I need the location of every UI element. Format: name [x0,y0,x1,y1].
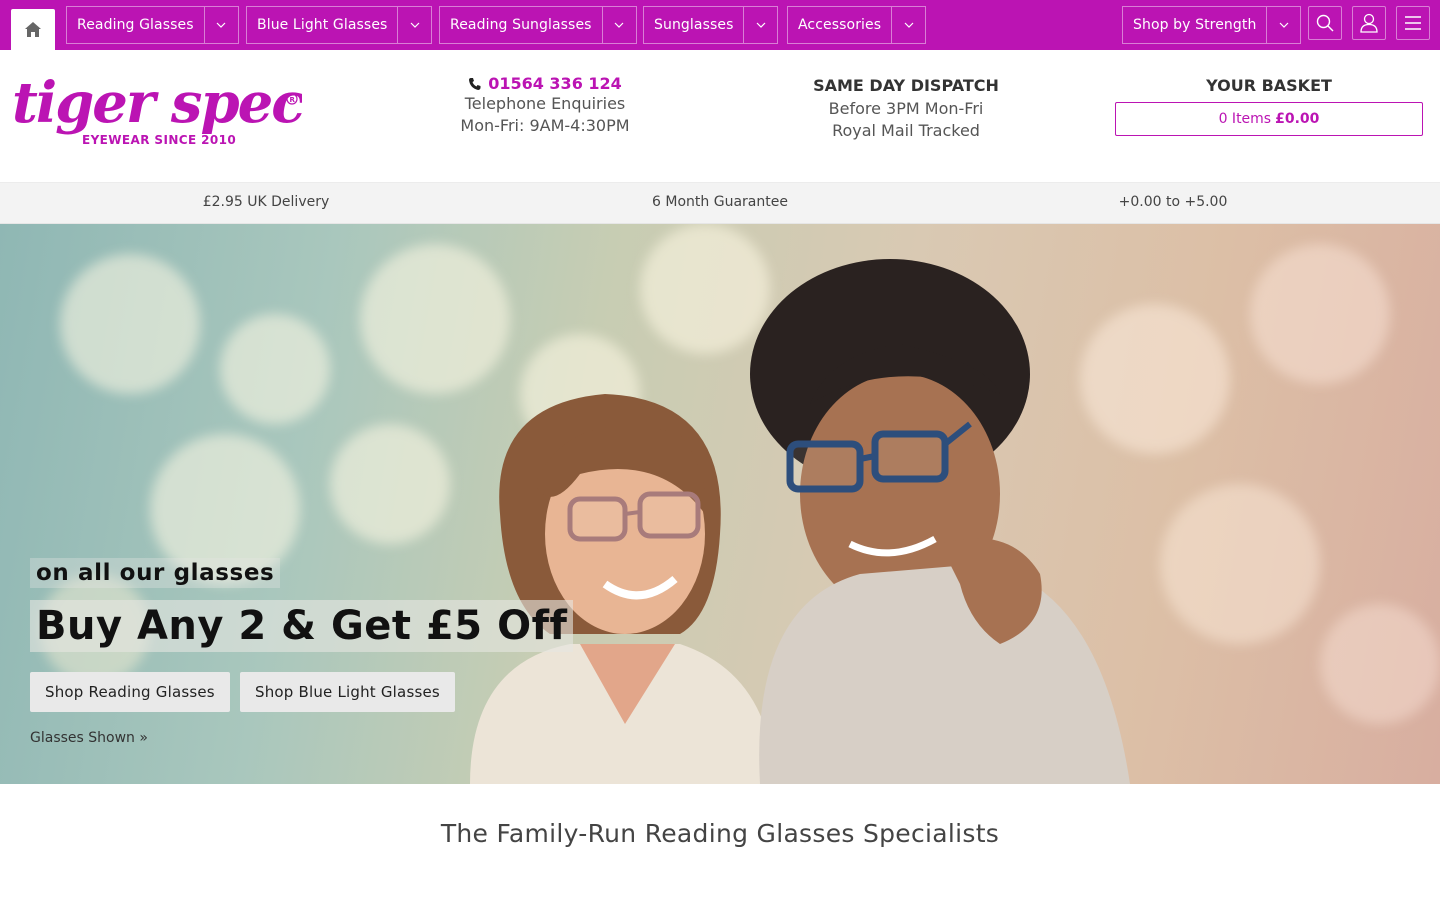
nav-label[interactable]: Reading Sunglasses [440,7,602,43]
nav-label[interactable]: Reading Glasses [67,7,204,43]
hero-title: Buy Any 2 & Get £5 Off [30,600,574,652]
account-button[interactable] [1352,6,1386,40]
nav-item-accessories[interactable]: Accessories [787,6,927,44]
nav-item-blue-light-glasses[interactable]: Blue Light Glasses [246,6,433,44]
dispatch-line-2: Royal Mail Tracked [832,121,980,140]
basket-block: YOUR BASKET 0 Items £0.00 [1115,74,1423,136]
user-icon [1360,13,1378,33]
search-button[interactable] [1308,6,1342,40]
dispatch-title: SAME DAY DISPATCH [813,76,999,95]
shop-blue-light-glasses-button[interactable]: Shop Blue Light Glasses [240,672,455,712]
hero-banner: on all our glasses Buy Any 2 & Get £5 Of… [0,224,1440,784]
usp-strengths: +0.00 to +5.00 [1118,194,1228,210]
svg-text:R: R [290,96,296,104]
home-icon [25,22,41,37]
shop-reading-glasses-button[interactable]: Shop Reading Glasses [30,672,230,712]
usp-strip: £2.95 UK Delivery 6 Month Guarantee +0.0… [0,182,1440,224]
chevron-down-icon[interactable] [891,7,925,43]
page-tagline: The Family-Run Reading Glasses Specialis… [440,819,1000,848]
tiger-specs-logo[interactable]: tiger specs R EYEWEAR SINCE 2010 [12,70,336,152]
hero-subtitle: on all our glasses [30,558,281,588]
contact-block: 01564 336 124 Telephone Enquiries Mon-Fr… [420,74,670,137]
shop-by-strength-dropdown[interactable]: Shop by Strength [1122,6,1302,44]
usp-guarantee: 6 Month Guarantee [652,194,788,210]
basket-title: YOUR BASKET [1206,76,1332,95]
basket-total[interactable]: £0.00 [1275,111,1319,127]
hero-photo-woman [470,394,775,784]
phone-number[interactable]: 01564 336 124 [488,74,622,93]
hero-photo-man [750,259,1130,784]
menu-button[interactable] [1396,6,1430,40]
opening-hours: Mon-Fri: 9AM-4:30PM [460,116,630,135]
chevron-down-icon[interactable] [743,7,777,43]
search-icon [1316,14,1334,32]
home-button[interactable] [11,9,55,50]
shop-by-strength-label[interactable]: Shop by Strength [1123,7,1266,43]
chevron-down-icon[interactable] [397,7,431,43]
chevron-down-icon[interactable] [1266,7,1300,43]
nav-item-reading-sunglasses[interactable]: Reading Sunglasses [439,6,637,44]
glasses-shown-link[interactable]: Glasses Shown » [30,730,148,746]
nav-item-reading-glasses[interactable]: Reading Glasses [66,6,239,44]
dispatch-line-1: Before 3PM Mon-Fri [828,99,984,118]
nav-label[interactable]: Sunglasses [644,7,743,43]
dispatch-block: SAME DAY DISPATCH Before 3PM Mon-Fri Roy… [780,74,1032,142]
svg-text:tiger specs: tiger specs [12,72,302,136]
basket-button[interactable]: 0 Items £0.00 [1115,102,1423,136]
phone-icon [469,77,481,90]
chevron-down-icon[interactable] [203,7,238,43]
chevron-down-icon[interactable] [601,7,636,43]
nav-label[interactable]: Blue Light Glasses [247,7,397,43]
usp-delivery: £2.95 UK Delivery [202,194,330,210]
basket-item-count[interactable]: 0 Items [1219,111,1272,127]
nav-item-sunglasses[interactable]: Sunglasses [643,6,779,44]
menu-icon [1405,16,1421,30]
top-navigation-bar: Reading Glasses Blue Light Glasses Readi… [0,0,1440,50]
telephone-enquiries-label: Telephone Enquiries [464,94,626,113]
svg-text:EYEWEAR SINCE 2010: EYEWEAR SINCE 2010 [82,133,236,147]
nav-label[interactable]: Accessories [788,7,891,43]
